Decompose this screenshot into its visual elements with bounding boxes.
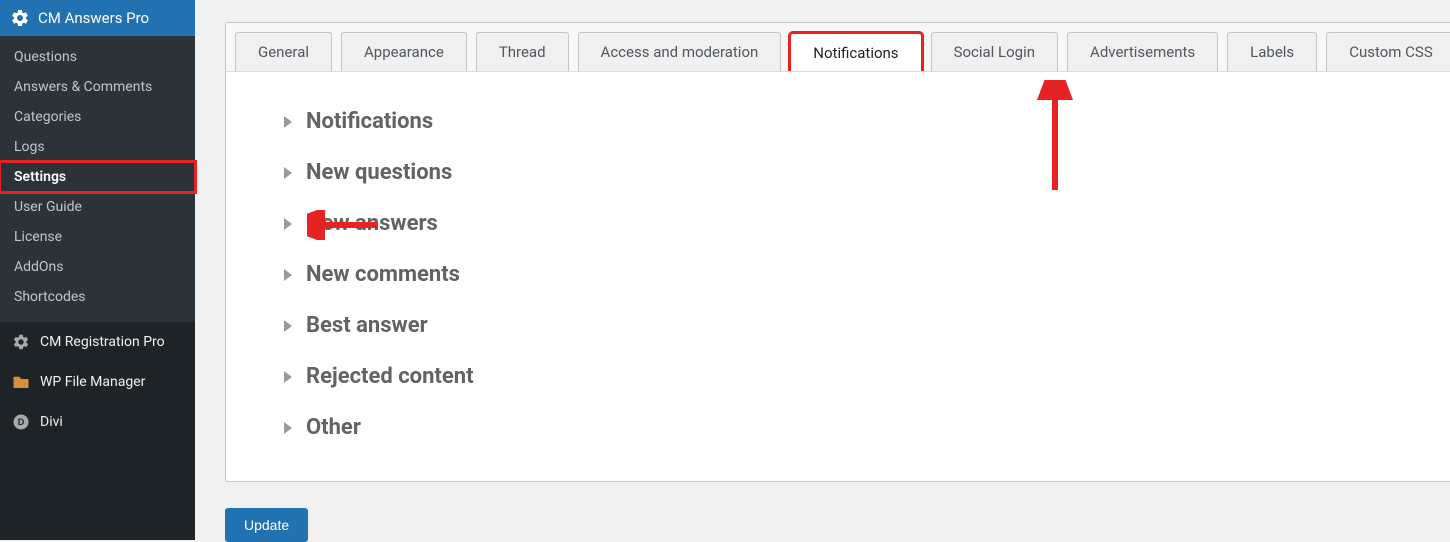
triangle-right-icon [284, 269, 292, 281]
sidebar-item-categories[interactable]: Categories [0, 102, 195, 132]
section-new-questions[interactable]: New questions [284, 147, 1450, 198]
tab-access-moderation[interactable]: Access and moderation [578, 32, 782, 71]
tab-labels[interactable]: Labels [1227, 32, 1317, 71]
sidebar-menu-wp-file-manager[interactable]: WP File Manager [0, 362, 195, 402]
section-label: Rejected content [306, 364, 474, 389]
sidebar-item-addons[interactable]: AddOns [0, 252, 195, 282]
gear-icon [10, 8, 30, 28]
triangle-right-icon [284, 167, 292, 179]
section-label: Notifications [306, 109, 433, 134]
accordion-sections: Notifications New questions New answers … [226, 72, 1450, 453]
sidebar-menu-active-label: CM Answers Pro [38, 9, 149, 27]
section-label: New questions [306, 160, 452, 185]
sidebar-item-logs[interactable]: Logs [0, 132, 195, 162]
sidebar-item-shortcodes[interactable]: Shortcodes [0, 282, 195, 312]
tab-thread[interactable]: Thread [476, 32, 569, 71]
admin-sidebar: CM Answers Pro Questions Answers & Comme… [0, 0, 195, 540]
divi-icon: D [10, 412, 32, 432]
tab-notifications[interactable]: Notifications [790, 33, 921, 72]
settings-tabs: General Appearance Thread Access and mod… [226, 23, 1450, 72]
sidebar-item-answers-comments[interactable]: Answers & Comments [0, 72, 195, 102]
tab-advertisements[interactable]: Advertisements [1067, 32, 1218, 71]
tab-custom-css[interactable]: Custom CSS [1326, 32, 1450, 71]
update-button[interactable]: Update [225, 508, 308, 542]
folder-icon [10, 372, 32, 392]
triangle-right-icon [284, 422, 292, 434]
sidebar-item-license[interactable]: License [0, 222, 195, 252]
sidebar-menu-cm-registration-pro[interactable]: CM Registration Pro [0, 322, 195, 362]
sidebar-item-user-guide[interactable]: User Guide [0, 192, 195, 222]
sidebar-menu-divi[interactable]: D Divi [0, 402, 195, 442]
main-content: General Appearance Thread Access and mod… [195, 0, 1450, 540]
section-notifications[interactable]: Notifications [284, 96, 1450, 147]
tab-social-login[interactable]: Social Login [931, 32, 1058, 71]
triangle-right-icon [284, 116, 292, 128]
tab-general[interactable]: General [235, 32, 332, 71]
section-label: Best answer [306, 313, 428, 338]
sidebar-menu-active[interactable]: CM Answers Pro [0, 0, 195, 36]
triangle-right-icon [284, 218, 292, 230]
section-label: Other [306, 415, 361, 440]
section-label: New comments [306, 262, 460, 287]
section-other[interactable]: Other [284, 402, 1450, 453]
section-label: New answers [306, 211, 438, 236]
section-rejected-content[interactable]: Rejected content [284, 351, 1450, 402]
triangle-right-icon [284, 320, 292, 332]
settings-panel: General Appearance Thread Access and mod… [225, 22, 1450, 482]
sidebar-menu-label: WP File Manager [40, 374, 185, 390]
sidebar-menu-label: Divi [40, 414, 185, 430]
section-new-answers[interactable]: New answers [284, 198, 1450, 249]
gear-icon [10, 332, 32, 352]
sidebar-item-questions[interactable]: Questions [0, 42, 195, 72]
triangle-right-icon [284, 371, 292, 383]
svg-text:D: D [18, 417, 25, 427]
section-new-comments[interactable]: New comments [284, 249, 1450, 300]
sidebar-item-settings[interactable]: Settings [0, 162, 195, 192]
section-best-answer[interactable]: Best answer [284, 300, 1450, 351]
sidebar-submenu: Questions Answers & Comments Categories … [0, 36, 195, 322]
sidebar-menu-label: CM Registration Pro [40, 334, 185, 350]
tab-appearance[interactable]: Appearance [341, 32, 467, 71]
